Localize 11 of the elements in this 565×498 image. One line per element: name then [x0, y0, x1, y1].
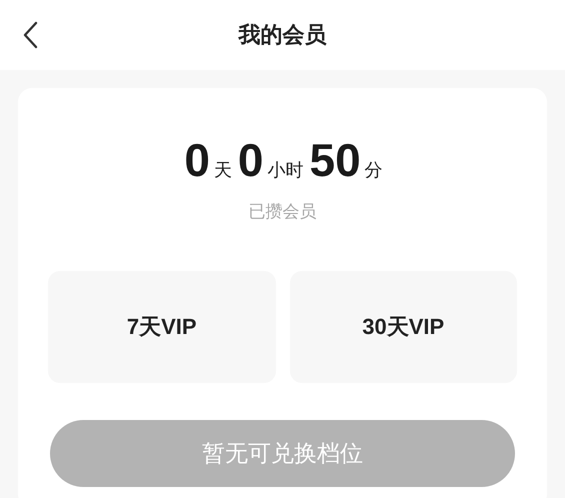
- vip-option[interactable]: 30天VIP: [290, 271, 517, 383]
- time-unit: 分: [364, 159, 383, 182]
- vip-option[interactable]: 7天VIP: [48, 271, 276, 383]
- time-value: 0: [184, 133, 210, 188]
- time-value: 50: [310, 133, 361, 188]
- page-title: 我的会员: [238, 22, 326, 50]
- time-unit: 天: [214, 159, 232, 182]
- time-value: 0: [238, 133, 264, 188]
- time-unit: 小时: [268, 159, 304, 182]
- back-icon[interactable]: [22, 21, 38, 49]
- membership-caption: 已攒会员: [248, 201, 316, 223]
